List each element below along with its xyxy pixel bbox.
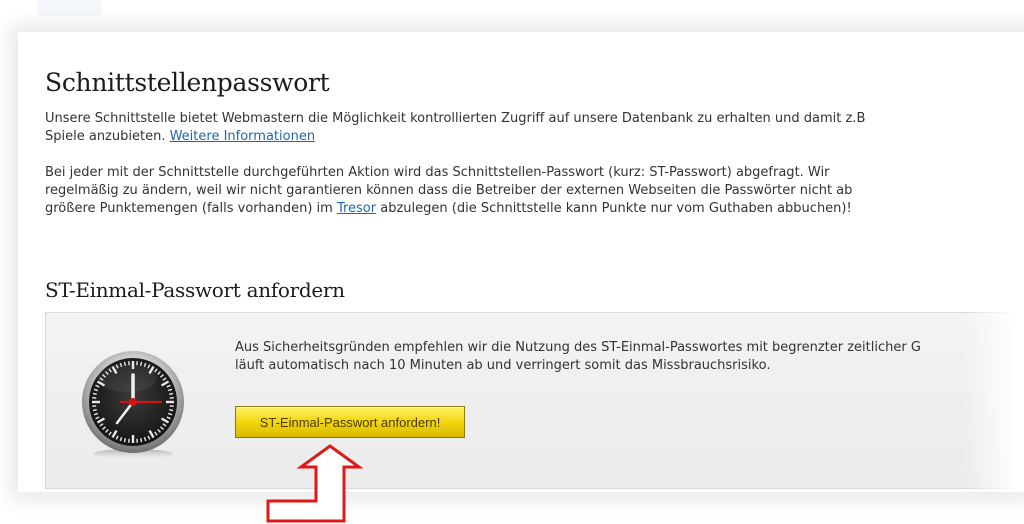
password-info-line-3-post: abzulegen (die Schnittstelle kann Punkte… (376, 201, 852, 216)
one-time-password-heading: ST-Einmal-Passwort anfordern (45, 278, 345, 302)
intro-line-1: Unsere Schnittstelle bietet Webmastern d… (45, 111, 865, 126)
description-line-2: läuft automatisch nach 10 Minuten ab und… (235, 358, 770, 373)
clock-icon (81, 350, 185, 460)
red-arrow-up-icon (264, 442, 364, 524)
one-time-password-panel: Aus Sicherheitsgründen empfehlen wir die… (45, 312, 1024, 489)
password-info-line-2: regelmäßig zu ändern, weil wir nicht gar… (45, 183, 852, 198)
request-one-time-password-button[interactable]: ST-Einmal-Passwort anfordern! (235, 406, 465, 438)
more-info-link[interactable]: Weitere Informationen (170, 129, 315, 144)
top-tab-remnant (38, 0, 102, 16)
content-card: Schnittstellenpasswort Unsere Schnittste… (18, 32, 1024, 492)
tresor-link[interactable]: Tresor (337, 201, 376, 216)
description-line-1: Aus Sicherheitsgründen empfehlen wir die… (235, 340, 921, 355)
password-info-line-3-pre: größere Punktemengen (falls vorhanden) i… (45, 201, 337, 216)
one-time-password-description: Aus Sicherheitsgründen empfehlen wir die… (235, 339, 921, 375)
intro-paragraph: Unsere Schnittstelle bietet Webmastern d… (45, 110, 1024, 146)
intro-line-2: Spiele anzubieten. (45, 129, 170, 144)
password-info-paragraph: Bei jeder mit der Schnittstelle durchgef… (45, 164, 1024, 218)
page-title: Schnittstellenpasswort (45, 68, 329, 97)
password-info-line-1: Bei jeder mit der Schnittstelle durchgef… (45, 165, 829, 180)
